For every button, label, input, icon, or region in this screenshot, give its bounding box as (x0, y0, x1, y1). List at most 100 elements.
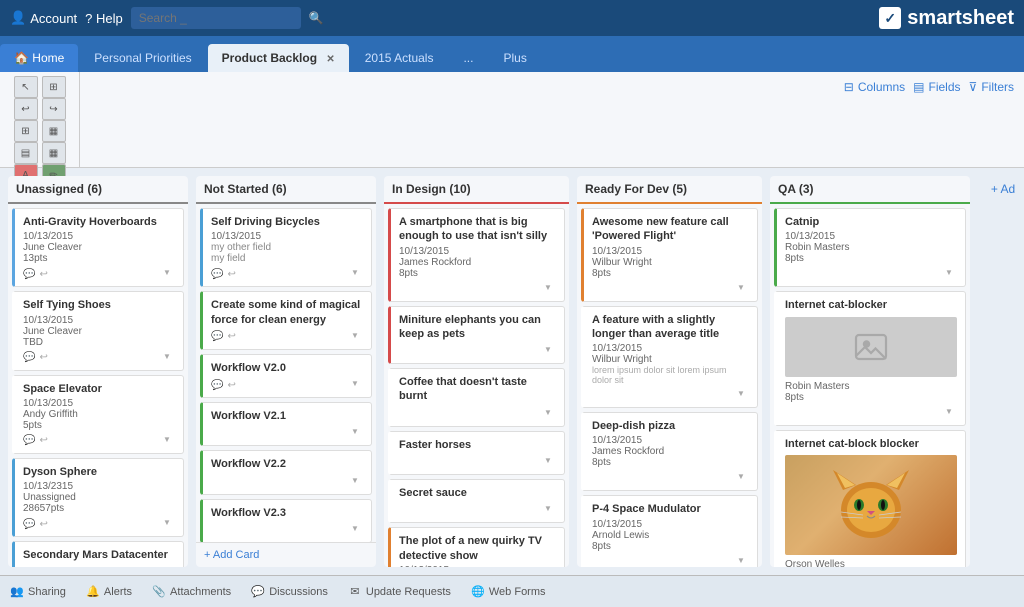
card-title: Internet cat-blocker (785, 298, 957, 312)
discussions-button[interactable]: 💬 Discussions (251, 585, 328, 599)
card-date: 10/13/2015 (592, 246, 749, 257)
card-cat-image (785, 455, 957, 555)
tool-card[interactable]: ▦ (42, 120, 66, 142)
card-dropdown-icon[interactable]: ▼ (163, 566, 175, 567)
fields-action[interactable]: ▤ Fields (913, 80, 960, 94)
card-workflow-v23[interactable]: Workflow V2.3 ▼ (200, 499, 372, 542)
tab-2015-actuals[interactable]: 2015 Actuals (351, 44, 448, 72)
fields-icon: ▤ (913, 80, 924, 94)
card-footer: 💬↩ ▼ (23, 518, 175, 530)
card-dropdown-icon[interactable]: ▼ (163, 518, 175, 530)
card-title: A feature with a slightly longer than av… (592, 313, 749, 342)
columns-action[interactable]: ⊟ Columns (844, 80, 905, 94)
card-catnip[interactable]: Catnip 10/13/2015 Robin Masters 8pts ▼ (774, 208, 966, 287)
card-dropdown-icon[interactable]: ▼ (544, 345, 556, 357)
card-dyson-sphere[interactable]: Dyson Sphere 10/13/2315 Unassigned 28657… (12, 458, 184, 537)
card-workflow-v22[interactable]: Workflow V2.2 ▼ (200, 450, 372, 494)
card-elephants[interactable]: Miniture elephants you can keep as pets … (388, 306, 565, 365)
card-dropdown-icon[interactable]: ▼ (351, 379, 363, 391)
tool-redo[interactable]: ↪ (42, 98, 66, 120)
card-dropdown-icon[interactable]: ▼ (163, 268, 175, 280)
card-dropdown-icon[interactable]: ▼ (544, 283, 556, 295)
search-icon[interactable]: 🔍 (309, 11, 324, 25)
card-coffee[interactable]: Coffee that doesn't taste burnt ▼ (388, 368, 565, 427)
tool-options[interactable]: ⊞ (42, 76, 66, 98)
discussions-icon: 💬 (251, 585, 265, 599)
tab-product-backlog[interactable]: Product Backlog ✕ (208, 44, 349, 72)
card-longer-title[interactable]: A feature with a slightly longer than av… (581, 306, 758, 409)
card-dropdown-icon[interactable]: ▼ (351, 268, 363, 280)
card-space-mudulator[interactable]: P-4 Space Mudulator 10/13/2015 Arnold Le… (581, 495, 758, 567)
tool-grid[interactable]: ⊞ (14, 120, 38, 142)
attachments-button[interactable]: 📎 Attachments (152, 585, 231, 599)
card-smartphone[interactable]: A smartphone that is big enough to use t… (388, 208, 565, 302)
card-secondary-mars[interactable]: Secondary Mars Datacenter ▼ (12, 541, 184, 567)
card-dropdown-icon[interactable]: ▼ (945, 407, 957, 419)
attachments-label: Attachments (170, 586, 231, 598)
web-forms-button[interactable]: 🌐 Web Forms (471, 585, 546, 599)
card-tv-detective[interactable]: The plot of a new quirky TV detective sh… (388, 527, 565, 567)
card-dropdown-icon[interactable]: ▼ (737, 283, 749, 295)
add-column-button[interactable]: + Ad (978, 176, 1024, 567)
tab-more[interactable]: ... (449, 44, 487, 72)
add-card-button[interactable]: + Add Card (196, 542, 376, 567)
card-dropdown-icon[interactable]: ▼ (544, 456, 556, 468)
alerts-button[interactable]: 🔔 Alerts (86, 585, 132, 599)
card-deep-dish[interactable]: Deep-dish pizza 10/13/2015 James Rockfor… (581, 412, 758, 491)
card-field: my other field (211, 242, 363, 253)
column-body-unassigned: Anti-Gravity Hoverboards 10/13/2015 June… (8, 204, 188, 567)
card-dropdown-icon[interactable]: ▼ (351, 427, 363, 439)
filters-action[interactable]: ⊽ Filters (969, 80, 1014, 94)
card-space-elevator[interactable]: Space Elevator 10/13/2015 Andy Griffith … (12, 375, 184, 454)
card-dropdown-icon[interactable]: ▼ (737, 556, 749, 567)
card-person: Unassigned (23, 492, 175, 503)
card-dropdown-icon[interactable]: ▼ (163, 352, 175, 364)
card-footer: ▼ (399, 408, 556, 420)
card-internet-cat-block-blocker[interactable]: Internet cat-block blocker (774, 430, 966, 567)
card-dropdown-icon[interactable]: ▼ (163, 435, 175, 447)
tab-personal-priorities[interactable]: Personal Priorities (80, 44, 205, 72)
sharing-button[interactable]: 👥 Sharing (10, 585, 66, 599)
tool-cursor[interactable]: ↖ (14, 76, 38, 98)
card-dropdown-icon[interactable]: ▼ (737, 389, 749, 401)
card-dropdown-icon[interactable]: ▼ (544, 504, 556, 516)
card-workflow-v21[interactable]: Workflow V2.1 ▼ (200, 402, 372, 446)
tab-plus[interactable]: Plus (489, 44, 540, 72)
card-internet-cat-blocker[interactable]: Internet cat-blocker Robin Masters 8pts … (774, 291, 966, 425)
card-dropdown-icon[interactable]: ▼ (945, 268, 957, 280)
update-requests-button[interactable]: ✉ Update Requests (348, 585, 451, 599)
account-button[interactable]: 👤 Account (10, 10, 77, 26)
help-button[interactable]: ? Help (85, 11, 123, 26)
card-icons: 💬↩ (211, 380, 236, 391)
card-dropdown-icon[interactable]: ▼ (351, 331, 363, 343)
card-faster-horses[interactable]: Faster horses ▼ (388, 431, 565, 475)
top-bar: 👤 Account ? Help 🔍 ✓ smartsheet (0, 0, 1024, 36)
card-dropdown-icon[interactable]: ▼ (737, 472, 749, 484)
column-in-design: In Design (10) A smartphone that is big … (384, 176, 569, 567)
card-footer: 💬↩ ▼ (23, 268, 175, 280)
card-dropdown-icon[interactable]: ▼ (544, 408, 556, 420)
card-self-driving[interactable]: Self Driving Bicycles 10/13/2015 my othe… (200, 208, 372, 287)
card-field: my field (211, 253, 363, 264)
card-dropdown-icon[interactable]: ▼ (351, 476, 363, 488)
card-secret-sauce[interactable]: Secret sauce ▼ (388, 479, 565, 523)
card-footer: ▼ (211, 427, 363, 439)
card-title: Create some kind of magical force for cl… (211, 298, 363, 327)
card-title: The plot of a new quirky TV detective sh… (399, 534, 556, 563)
close-tab-icon[interactable]: ✕ (326, 54, 334, 65)
card-magical-force[interactable]: Create some kind of magical force for cl… (200, 291, 372, 350)
column-header-ready-for-dev: Ready For Dev (5) (577, 176, 762, 204)
card-date: 10/13/2015 (399, 565, 556, 567)
card-self-tying[interactable]: Self Tying Shoes 10/13/2015 June Cleaver… (12, 291, 184, 370)
card-anti-gravity[interactable]: Anti-Gravity Hoverboards 10/13/2015 June… (12, 208, 184, 287)
tool-calendar[interactable]: ▦ (42, 142, 66, 164)
tool-row-2: ↩ ↪ (14, 98, 66, 120)
card-dropdown-icon[interactable]: ▼ (351, 524, 363, 536)
card-powered-flight[interactable]: Awesome new feature call 'Powered Flight… (581, 208, 758, 302)
card-workflow-v20[interactable]: Workflow V2.0 💬↩ ▼ (200, 354, 372, 398)
tool-undo[interactable]: ↩ (14, 98, 38, 120)
tool-gantt[interactable]: ▤ (14, 142, 38, 164)
card-person: James Rockford (399, 257, 556, 268)
tab-home[interactable]: 🏠 Home (0, 44, 78, 72)
search-input[interactable] (131, 7, 301, 29)
